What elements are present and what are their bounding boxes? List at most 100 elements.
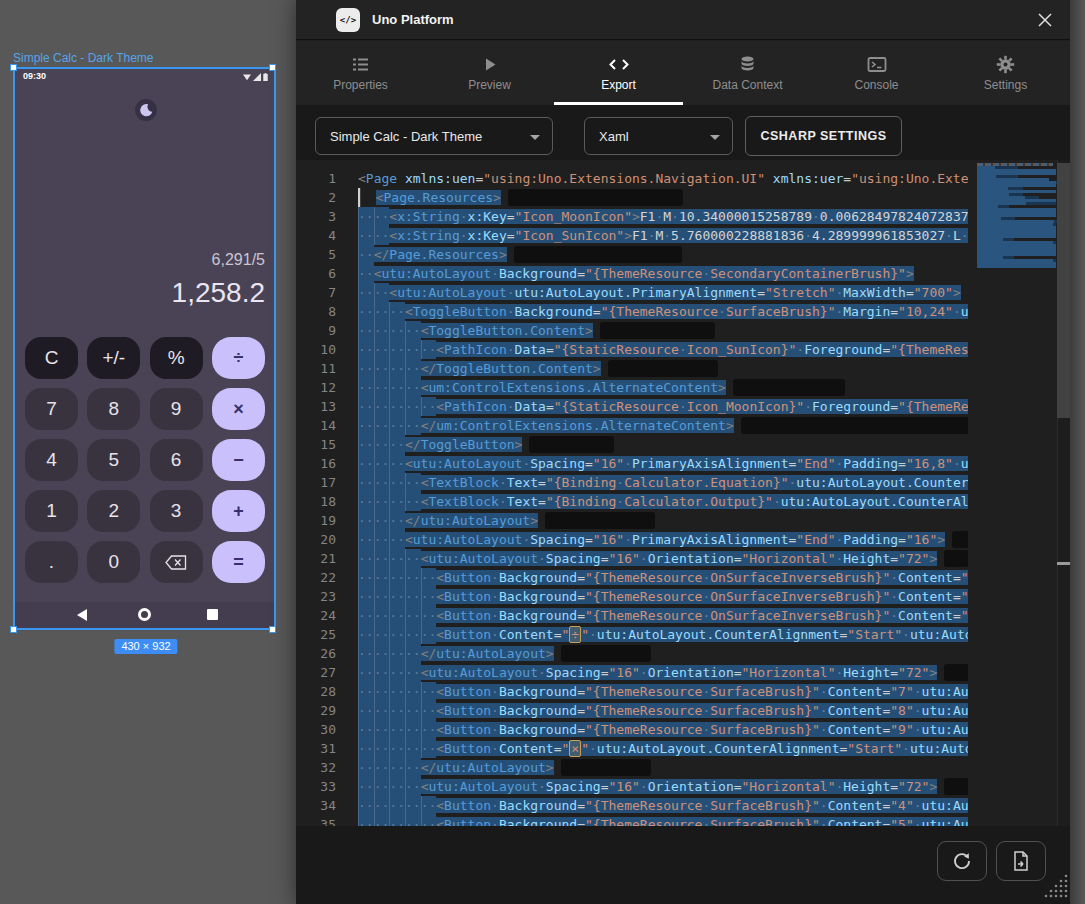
code-line[interactable]: 13··········<PathIcon·Data="{StaticResou… [296,397,968,416]
code-line[interactable]: 28··········<Button·Background="{ThemeRe… [296,682,968,701]
selection-handle-bl[interactable] [10,626,17,633]
calc-button-3[interactable]: 3 [150,490,203,532]
calc-button-.[interactable]: . [25,541,78,583]
code-line[interactable]: 23··········<Button·Background="{ThemeRe… [296,587,968,606]
code-line[interactable]: 24··········<Button·Background="{ThemeRe… [296,606,968,625]
scrollbar-thumb[interactable] [1057,163,1070,418]
tab-data-context[interactable]: Data Context [683,41,812,105]
code-line[interactable]: 29··········<Button·Background="{ThemeRe… [296,701,968,720]
canvas-right-strip [1070,0,1085,904]
tab-properties[interactable]: Properties [296,41,425,105]
theme-toggle-button[interactable] [135,99,157,121]
code-line[interactable]: 19······</utu:AutoLayout> [296,511,968,530]
code-line[interactable]: 11········</ToggleButton.Content> [296,359,968,378]
code-line[interactable]: 2 <Page.Resources> [296,188,968,207]
code-line[interactable]: 33········<utu:AutoLayout·Spacing="16"·O… [296,777,968,796]
code-line[interactable]: 22··········<Button·Background="{ThemeRe… [296,568,968,587]
figma-canvas[interactable]: Simple Calc - Dark Theme 09:30 6,291/5 1… [0,0,296,904]
code-line[interactable]: 14········</um:ControlExtensions.Alterna… [296,416,968,435]
line-content: ··········<Button·Background="{ThemeReso… [358,720,968,739]
nav-home-icon[interactable] [138,608,151,621]
calc-button-9[interactable]: 9 [150,388,203,430]
code-line[interactable]: 16······<utu:AutoLayout·Spacing="16"·Pri… [296,454,968,473]
code-line[interactable]: 9········<ToggleButton.Content> [296,321,968,340]
calc-button-+/-[interactable]: +/- [87,337,140,379]
code-line[interactable]: 3····<x:String·x:Key="Icon_MoonIcon">F1·… [296,207,968,226]
line-number: 4 [296,226,358,245]
code-line[interactable]: 15······</ToggleButton> [296,435,968,454]
export-file-button[interactable] [996,841,1046,881]
calc-button-6[interactable]: 6 [150,439,203,481]
format-select[interactable]: Xaml [584,117,733,155]
calc-button-0[interactable]: 0 [87,541,140,583]
calc-button-4[interactable]: 4 [25,439,78,481]
tab-settings[interactable]: Settings [941,41,1070,105]
calc-button-+[interactable]: + [212,490,265,532]
code-line[interactable]: 4····<x:String·x:Key="Icon_SunIcon">F1·M… [296,226,968,245]
calc-button-2[interactable]: 2 [87,490,140,532]
refresh-button[interactable] [937,841,987,881]
resize-grip[interactable] [1044,874,1068,898]
theme-select[interactable]: Simple Calc - Dark Theme [315,117,553,155]
calc-button-C[interactable]: C [25,337,78,379]
frame-title[interactable]: Simple Calc - Dark Theme [13,51,153,65]
code-line[interactable]: 21········<utu:AutoLayout·Spacing="16"·O… [296,549,968,568]
calc-button-7[interactable]: 7 [25,388,78,430]
line-content: ··········<Button·Background="{ThemeReso… [358,587,968,606]
tab-preview[interactable]: Preview [425,41,554,105]
code-line[interactable]: 32········</utu:AutoLayout> [296,758,968,777]
code-line[interactable]: 5··</Page.Resources> [296,245,968,264]
code-line[interactable]: 18········<TextBlock·Text="{Binding·Calc… [296,492,968,511]
line-number: 9 [296,321,358,340]
calc-button-8[interactable]: 8 [87,388,140,430]
code-line[interactable]: 31··········<Button·Content="×"·utu:Auto… [296,739,968,758]
line-number: 17 [296,473,358,492]
code-line[interactable]: 12········<um:ControlExtensions.Alternat… [296,378,968,397]
code-line[interactable]: 30··········<Button·Background="{ThemeRe… [296,720,968,739]
calc-button-=[interactable]: = [212,541,265,583]
code-line[interactable]: 27········<utu:AutoLayout·Spacing="16"·O… [296,663,968,682]
bottom-panel [296,826,1070,904]
overview-ruler-mark [1057,562,1070,565]
tab-export[interactable]: Export [554,41,683,105]
line-number: 13 [296,397,358,416]
calculator-frame[interactable]: 09:30 6,291/5 1,258.2 C+/-%÷789×456−123+… [13,67,276,630]
line-number: 35 [296,815,358,826]
calc-button-÷[interactable]: ÷ [212,337,265,379]
line-content: ········</utu:AutoLayout> [358,644,651,663]
line-content: ········<utu:AutoLayout·Spacing="16"·Ori… [358,663,968,682]
code-line[interactable]: 35··········<Button·Background="{ThemeRe… [296,815,968,826]
code-line[interactable]: 7····<utu:AutoLayout·utu:AutoLayout.Prim… [296,283,968,302]
selection-handle-tl[interactable] [10,64,17,71]
csharp-settings-button[interactable]: CSHARP SETTINGS [745,116,902,156]
nav-back-icon[interactable] [77,609,87,621]
calc-button-−[interactable]: − [212,439,265,481]
code-line[interactable]: 26········</utu:AutoLayout> [296,644,968,663]
line-content: ··········<Button·Background="{ThemeReso… [358,606,968,625]
tab-console[interactable]: Console [812,41,941,105]
calc-button-×[interactable]: × [212,388,265,430]
code-line[interactable]: 17········<TextBlock·Text="{Binding·Calc… [296,473,968,492]
selection-handle-br[interactable] [269,626,276,633]
line-content: ······<ToggleButton·Background="{ThemeRe… [358,302,968,321]
line-content: ··········<Button·Content="÷"·utu:AutoLa… [358,625,968,644]
calc-button-%[interactable]: % [150,337,203,379]
database-icon [738,55,757,74]
calc-output: 1,258.2 [172,277,265,309]
calc-button-5[interactable]: 5 [87,439,140,481]
code-line[interactable]: 34··········<Button·Background="{ThemeRe… [296,796,968,815]
code-line[interactable]: 1<Page xmlns:uen="using:Uno.Extensions.N… [296,169,968,188]
minimap[interactable] [977,163,1056,268]
selection-handle-tr[interactable] [269,64,276,71]
calc-button-1[interactable]: 1 [25,490,78,532]
calc-button-backspace[interactable] [150,541,203,583]
code-line[interactable]: 25··········<Button·Content="÷"·utu:Auto… [296,625,968,644]
line-number: 20 [296,530,358,549]
code-line[interactable]: 6··<utu:AutoLayout·Background="{ThemeRes… [296,264,968,283]
code-editor[interactable]: 1<Page xmlns:uen="using:Uno.Extensions.N… [296,160,1070,826]
close-button[interactable] [1034,9,1056,31]
code-line[interactable]: 10··········<PathIcon·Data="{StaticResou… [296,340,968,359]
code-line[interactable]: 20······<utu:AutoLayout·Spacing="16"·Pri… [296,530,968,549]
nav-recents-icon[interactable] [207,609,218,620]
code-line[interactable]: 8······<ToggleButton·Background="{ThemeR… [296,302,968,321]
